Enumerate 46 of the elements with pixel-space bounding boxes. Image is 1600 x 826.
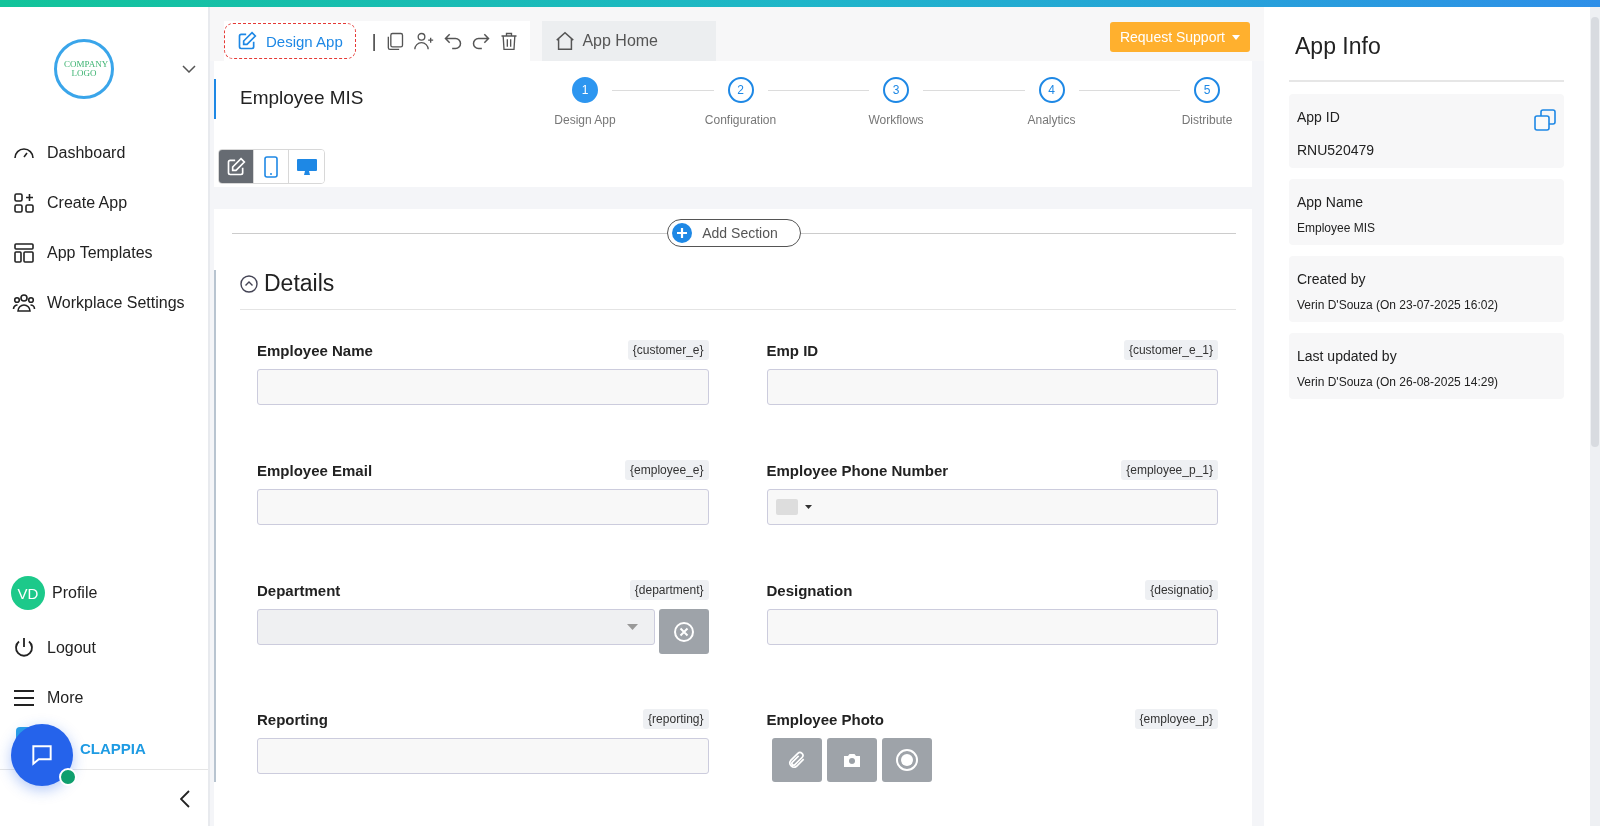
field-label: Employee Phone Number (766, 461, 949, 479)
variable-tag: {department} (629, 580, 709, 600)
design-app-tab[interactable]: Design App (224, 23, 356, 59)
separator: | (371, 30, 377, 52)
step[interactable]: 4 Analytics (1016, 77, 1087, 127)
nav-item[interactable]: More (12, 686, 208, 710)
step[interactable]: 3 Workflows (861, 77, 931, 127)
brand-name: CLAPPIA (80, 740, 146, 757)
company-logo: COMPANY LOGO (54, 39, 114, 99)
section-title: Details (264, 270, 335, 297)
info-label: App ID (1297, 109, 1340, 125)
variable-tag: {employee_p_1} (1121, 460, 1218, 480)
info-label: App Name (1297, 194, 1364, 210)
field-label: Employee Photo (766, 710, 885, 728)
nav-item[interactable]: Create App (12, 191, 208, 215)
nav-item[interactable]: Logout (12, 636, 208, 660)
nav-item[interactable]: VD Profile (12, 576, 208, 610)
variable-tag: {reporting} (643, 709, 709, 729)
info-value: Employee MIS (1297, 221, 1377, 235)
variable-tag: {customer_e} (627, 340, 709, 360)
step[interactable]: 2 Configuration (705, 77, 776, 127)
nav-item[interactable]: Workplace Settings (12, 291, 208, 315)
field-label: Designation (766, 581, 853, 599)
variable-tag: {employee_e} (625, 460, 709, 480)
info-value: Verin D'Souza (On 23-07-2025 16:02) (1297, 298, 1500, 312)
add-section-button[interactable]: Add Section (667, 219, 801, 247)
field-label: Department (257, 581, 341, 599)
variable-tag: {employee_p} (1134, 709, 1218, 729)
app-title: Employee MIS (240, 87, 365, 109)
nav-item[interactable]: Dashboard (12, 141, 208, 165)
field-label: Reporting (257, 710, 328, 728)
step[interactable]: 1 Design App (550, 77, 620, 127)
step[interactable]: 5 Distribute (1172, 77, 1242, 127)
app-home-tab[interactable]: App Home (542, 21, 717, 61)
field-label: Emp ID (766, 341, 819, 359)
field-label: Employee Name (257, 341, 373, 359)
nav-item[interactable]: App Templates (12, 241, 208, 265)
info-label: Created by (1297, 271, 1366, 287)
panel-title: App Info (1289, 7, 1564, 82)
avatar: VD (11, 576, 45, 610)
info-value: Verin D'Souza (On 26-08-2025 14:29) (1297, 375, 1500, 389)
variable-tag: {customer_e_1} (1123, 340, 1218, 360)
info-label: Last updated by (1297, 348, 1397, 364)
field-label: Employee Email (257, 461, 373, 479)
info-value: RNU520479 (1297, 142, 1376, 158)
variable-tag: {designatio} (1145, 580, 1218, 600)
